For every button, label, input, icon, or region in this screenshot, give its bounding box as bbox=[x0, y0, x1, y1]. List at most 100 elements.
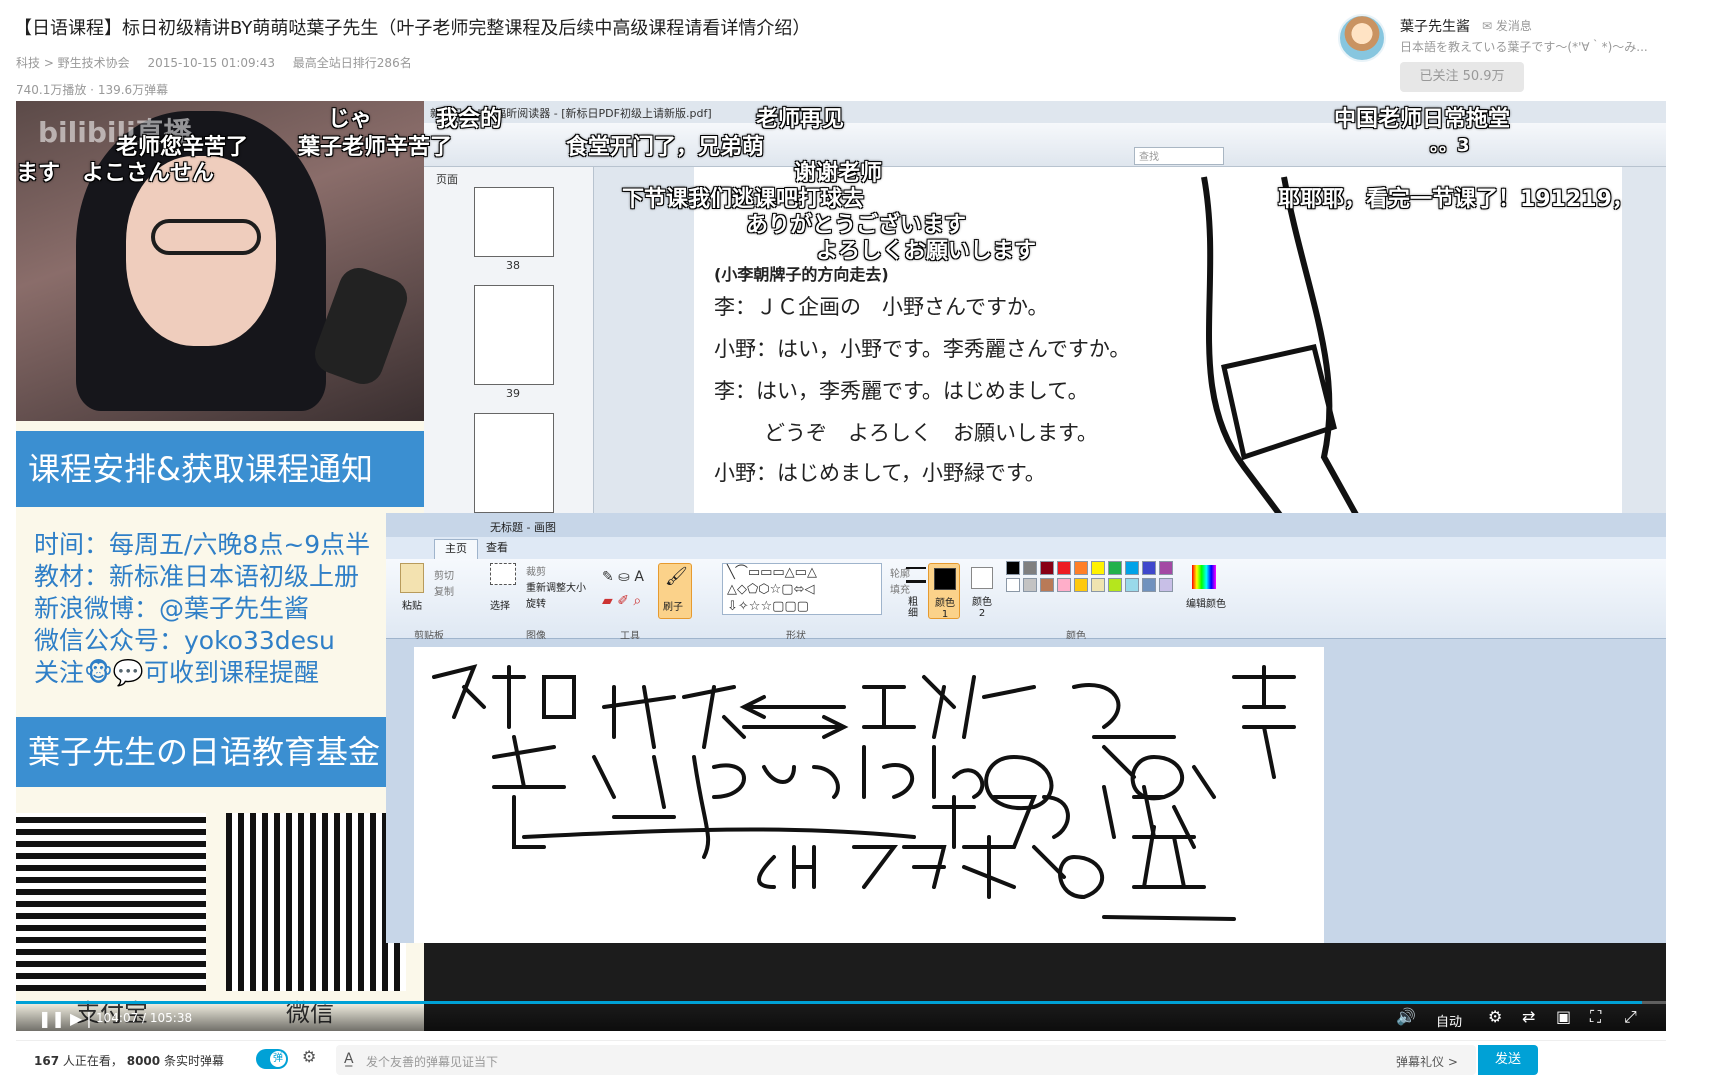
paint-window: 无标题 - 画图 主页 查看 粘贴 剪切 复制 选择 裁剪 重新调整大小 旋转 … bbox=[386, 513, 1666, 943]
palette-swatch[interactable] bbox=[1074, 561, 1088, 575]
pages-label: 页面 bbox=[436, 173, 458, 186]
fill-button[interactable]: 填充 bbox=[890, 581, 910, 596]
follow-button[interactable]: 已关注 50.9万 bbox=[1400, 62, 1524, 92]
shapes-gallery[interactable]: ╲⌒▭▭▭△▭△ △◇⬠⬡☆▢⬄◁ ⇩✧☆☆▢▢▢ bbox=[722, 563, 882, 615]
danmaku-settings-icon[interactable]: ⚙ bbox=[302, 1047, 316, 1066]
palette-swatch[interactable] bbox=[1040, 578, 1054, 592]
progress-bar[interactable] bbox=[16, 1001, 1666, 1004]
rank-text[interactable]: 最高全站日排行286名 bbox=[293, 56, 412, 70]
fund-banner: 葉子先生の日语教育基金 bbox=[16, 717, 424, 787]
quality-selector[interactable]: 自动 bbox=[1436, 1011, 1462, 1030]
font-style-icon[interactable]: A̲ bbox=[344, 1051, 354, 1067]
next-icon[interactable]: ▶❘ bbox=[70, 1009, 96, 1028]
play-count: 740.1万播放 bbox=[16, 83, 87, 97]
message-label: 发消息 bbox=[1495, 19, 1532, 33]
dialog-line: 小野：はじめまして，小野緑です。 bbox=[714, 461, 1046, 485]
pause-icon[interactable]: ❚❚ bbox=[38, 1009, 65, 1028]
paste-icon[interactable] bbox=[400, 563, 424, 593]
video-title: 【日语课程】标日初级精讲BY萌萌哒葉子先生（叶子老师完整课程及后续中高级课程请看… bbox=[14, 18, 811, 39]
color1-label: 颜色 1 bbox=[935, 598, 955, 620]
tab-home[interactable]: 主页 bbox=[434, 539, 478, 559]
pip-icon[interactable]: ▣ bbox=[1556, 1007, 1571, 1026]
palette-swatch[interactable] bbox=[1023, 578, 1037, 592]
page-number: 39 bbox=[506, 387, 520, 400]
dialog-line: 李：ＪＣ企画の 小野さんですか。 bbox=[714, 295, 1049, 319]
drawing-canvas[interactable] bbox=[414, 647, 1324, 943]
pdf-search-input[interactable]: 查找 bbox=[1134, 147, 1224, 165]
palette-swatch[interactable] bbox=[1023, 561, 1037, 575]
fullscreen-icon[interactable]: ⤢ bbox=[1624, 1007, 1637, 1027]
rotate-button[interactable]: 旋转 bbox=[526, 595, 546, 610]
time-display: 104:07 / 105:38 bbox=[96, 1011, 193, 1025]
danmaku-etiquette-link[interactable]: 弹幕礼仪 > bbox=[1396, 1053, 1458, 1070]
stream-info-panel: 课程安排&获取课程通知 时间：每周五/六晚8点~9点半 教材：新标准日本语初级上… bbox=[16, 421, 424, 1031]
palette-swatch[interactable] bbox=[1006, 561, 1020, 575]
cut-button[interactable]: 剪切 bbox=[434, 567, 454, 582]
widescreen-icon[interactable]: ⛶ bbox=[1590, 1007, 1601, 1027]
page-thumbnail[interactable] bbox=[474, 187, 554, 257]
resize-button[interactable]: 重新调整大小 bbox=[526, 579, 586, 594]
pdf-page-sidebar: 38 39 40 bbox=[424, 167, 594, 559]
palette-swatch[interactable] bbox=[1057, 578, 1071, 592]
paint-tabs: 主页 查看 bbox=[386, 537, 1666, 559]
brush-button[interactable]: 🖌 刷子 bbox=[658, 563, 692, 619]
brush-icon: 🖌 bbox=[665, 566, 688, 587]
alipay-qr-code bbox=[16, 813, 206, 991]
pencil-icon[interactable]: ✎ ⛀ A bbox=[602, 569, 644, 585]
palette-swatch[interactable] bbox=[1125, 561, 1139, 575]
tab-view[interactable]: 查看 bbox=[486, 539, 508, 557]
color-palette bbox=[1006, 561, 1186, 621]
palette-swatch[interactable] bbox=[1142, 578, 1156, 592]
viewer-count: 167 人正在看， 8000 条实时弹幕 bbox=[34, 1052, 224, 1069]
size-icon[interactable] bbox=[906, 567, 926, 583]
avatar[interactable] bbox=[1338, 14, 1386, 62]
danmaku: 中国老师日常拖堂 bbox=[1334, 107, 1511, 132]
page-thumbnail[interactable] bbox=[474, 413, 554, 513]
palette-swatch[interactable] bbox=[1091, 561, 1105, 575]
paint-window-title: 无标题 - 画图 bbox=[490, 521, 556, 534]
danmaku-toggle[interactable] bbox=[256, 1049, 288, 1069]
palette-swatch[interactable] bbox=[1142, 561, 1156, 575]
palette-swatch[interactable] bbox=[1159, 578, 1173, 592]
danmaku: 耶耶耶，看完一节课了！191219， bbox=[1278, 187, 1634, 212]
palette-swatch[interactable] bbox=[1125, 578, 1139, 592]
eraser-icon[interactable]: ▰ ✐ ⌕ bbox=[602, 593, 641, 609]
category-breadcrumb[interactable]: 科技 > 野生技术协会 bbox=[16, 56, 130, 70]
palette-swatch[interactable] bbox=[1074, 578, 1088, 592]
info-textbook: 教材：新标准日本语初级上册 bbox=[34, 562, 360, 591]
progress-fill bbox=[16, 1001, 1643, 1004]
viewers-text: 人正在看， bbox=[62, 1054, 123, 1068]
handwriting bbox=[432, 664, 1296, 921]
palette-swatch[interactable] bbox=[1108, 578, 1122, 592]
edit-colors-icon[interactable] bbox=[1192, 565, 1216, 589]
danmaku: 老师再见 bbox=[756, 107, 845, 132]
wechat-qr-code bbox=[226, 813, 406, 991]
color2-button[interactable]: 颜色 2 bbox=[966, 563, 998, 619]
page-thumbnail[interactable] bbox=[474, 285, 554, 385]
danmaku: 葉子老师辛苦了 bbox=[298, 135, 453, 160]
page-number: 38 bbox=[506, 259, 520, 272]
danmaku: 食堂开门了，兄弟萌 bbox=[566, 135, 765, 160]
send-button[interactable]: 发送 bbox=[1478, 1045, 1538, 1075]
copy-button[interactable]: 复制 bbox=[434, 583, 454, 598]
uploader-description: 日本語を教えている葉子です～(*'∀｀*)～み... bbox=[1400, 40, 1648, 54]
paste-label: 粘贴 bbox=[402, 601, 422, 612]
palette-swatch[interactable] bbox=[1006, 578, 1020, 592]
video-player[interactable]: bilibili直播 课程安排&获取课程通知 时间：每周五/六晚8点~9点半 教… bbox=[16, 101, 1666, 1031]
uploader-name[interactable]: 葉子先生酱 bbox=[1400, 16, 1470, 36]
palette-swatch[interactable] bbox=[1108, 561, 1122, 575]
player-controls bbox=[16, 1001, 1666, 1031]
select-icon[interactable] bbox=[490, 563, 516, 585]
danmaku-bar: 167 人正在看， 8000 条实时弹幕 ⚙ A̲ 发个友善的弹幕见证当下 弹幕… bbox=[16, 1040, 1666, 1078]
danmaku-input[interactable]: A̲ 发个友善的弹幕见证当下 弹幕礼仪 > bbox=[336, 1045, 1476, 1075]
palette-swatch[interactable] bbox=[1057, 561, 1071, 575]
gear-icon[interactable]: ⚙ bbox=[1488, 1007, 1502, 1026]
palette-swatch[interactable] bbox=[1159, 561, 1173, 575]
volume-icon[interactable]: 🔊 bbox=[1396, 1007, 1416, 1026]
loop-icon[interactable]: ⇄ bbox=[1522, 1007, 1535, 1026]
palette-swatch[interactable] bbox=[1091, 578, 1105, 592]
message-link[interactable]: ✉ 发消息 bbox=[1482, 17, 1532, 34]
crop-button[interactable]: 裁剪 bbox=[526, 563, 546, 578]
palette-swatch[interactable] bbox=[1040, 561, 1054, 575]
color1-button[interactable]: 颜色 1 bbox=[928, 563, 960, 620]
